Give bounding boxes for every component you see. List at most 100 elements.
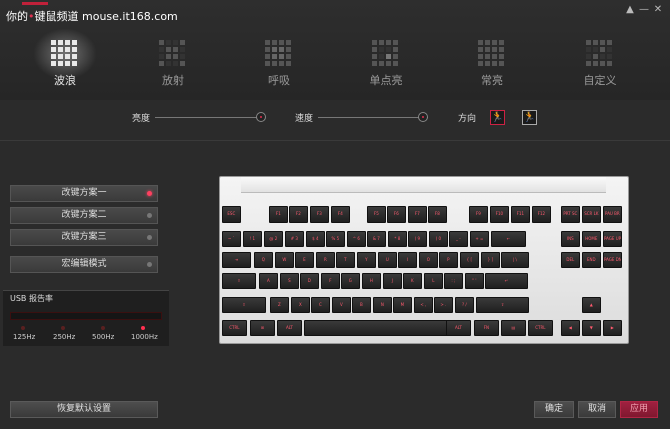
keyboard-key[interactable]: $ 4 [306, 231, 325, 247]
keyboard-key[interactable]: G [341, 273, 360, 289]
keyboard-key[interactable]: H [362, 273, 381, 289]
keyboard-key[interactable]: V [332, 297, 351, 313]
keyboard-key[interactable]: ESC [222, 206, 241, 223]
keyboard-key[interactable] [304, 320, 461, 336]
keyboard-key[interactable]: B [352, 297, 371, 313]
keyboard-key[interactable]: W [275, 252, 294, 268]
ok-button[interactable]: 确定 [534, 401, 574, 418]
keyboard-key[interactable]: L [424, 273, 443, 289]
keyboard-key[interactable]: F2 [289, 206, 308, 223]
keyboard-key[interactable]: ▶ [603, 320, 622, 336]
keyboard-key[interactable]: & 7 [367, 231, 386, 247]
keyboard-key[interactable]: > . [434, 297, 453, 313]
usb-rate-tick[interactable] [61, 326, 65, 330]
keyboard-key[interactable]: ◀ [561, 320, 580, 336]
direction-right-button[interactable]: 🏃 [522, 110, 537, 125]
brightness-slider-handle[interactable] [256, 112, 266, 122]
keyboard-key[interactable]: N [373, 297, 392, 313]
keyboard-key[interactable]: PAGE UP [603, 231, 622, 247]
keyboard-key[interactable]: Q [254, 252, 273, 268]
profile-1-button[interactable]: 改键方案一 [10, 185, 158, 202]
keyboard-key[interactable]: P [439, 252, 458, 268]
keyboard-key[interactable]: : ; [444, 273, 463, 289]
keyboard-key[interactable]: C [311, 297, 330, 313]
keyboard-key[interactable]: ? / [455, 297, 474, 313]
macro-mode-button[interactable]: 宏编辑模式 [10, 256, 158, 273]
keyboard-key[interactable]: J [383, 273, 402, 289]
keyboard-key[interactable]: ^ 6 [347, 231, 366, 247]
speed-slider-handle[interactable] [418, 112, 428, 122]
keyboard-key[interactable]: F [321, 273, 340, 289]
keyboard-key[interactable]: A [259, 273, 278, 289]
keyboard-key[interactable]: M [393, 297, 412, 313]
keyboard-key[interactable]: F9 [469, 206, 488, 223]
keyboard-key[interactable]: ALT [277, 320, 302, 336]
cancel-button[interactable]: 取消 [578, 401, 616, 418]
keyboard-key[interactable]: X [291, 297, 310, 313]
keyboard-key[interactable]: ↵ [485, 273, 528, 289]
reset-defaults-button[interactable]: 恢复默认设置 [10, 401, 158, 418]
usb-rate-tick[interactable] [21, 326, 25, 330]
keyboard-key[interactable]: F10 [490, 206, 509, 223]
keyboard-key[interactable]: Z [270, 297, 289, 313]
keyboard-key[interactable]: F8 [428, 206, 447, 223]
keyboard-key[interactable]: ▼ [582, 320, 601, 336]
collapse-icon[interactable]: ▲ [624, 4, 636, 16]
keyboard-key[interactable]: PAGE DN [603, 252, 622, 268]
keyboard-key[interactable]: HOME [582, 231, 601, 247]
keyboard-key[interactable]: ~ ` [222, 231, 241, 247]
keyboard-key[interactable]: I [398, 252, 417, 268]
keyboard-key[interactable]: ⇧ [222, 297, 266, 313]
keyboard-key[interactable]: O [419, 252, 438, 268]
keyboard-key[interactable]: @ 2 [264, 231, 283, 247]
direction-left-button[interactable]: 🏃 [490, 110, 505, 125]
keyboard-key[interactable]: ) 0 [429, 231, 448, 247]
keyboard-key[interactable]: F3 [310, 206, 329, 223]
keyboard-key[interactable]: T [336, 252, 355, 268]
keyboard-key[interactable]: < , [414, 297, 433, 313]
usb-rate-tick[interactable] [101, 326, 105, 330]
keyboard-key[interactable]: S [280, 273, 299, 289]
keyboard-key[interactable]: F12 [532, 206, 551, 223]
keyboard-key[interactable]: INS [561, 231, 580, 247]
keyboard-key[interactable]: PAU BR [603, 206, 622, 223]
keyboard-key[interactable]: * 8 [388, 231, 407, 247]
apply-button[interactable]: 应用 [620, 401, 658, 418]
keyboard-key[interactable]: ! 1 [243, 231, 262, 247]
keyboard-key[interactable]: { [ [460, 252, 479, 268]
keyboard-key[interactable]: ⇥ [222, 252, 251, 268]
keyboard-key[interactable]: F7 [408, 206, 427, 223]
keyboard-key[interactable]: F11 [511, 206, 530, 223]
brightness-slider-track[interactable] [155, 117, 265, 118]
keyboard-key[interactable]: K [403, 273, 422, 289]
keyboard-key[interactable]: F4 [331, 206, 350, 223]
keyboard-key[interactable]: F6 [387, 206, 406, 223]
keyboard-key[interactable]: Y [357, 252, 376, 268]
keyboard-key[interactable]: ← [491, 231, 526, 247]
keyboard-key[interactable]: } ] [481, 252, 500, 268]
keyboard-key[interactable]: U [378, 252, 397, 268]
keyboard-key[interactable]: ( 9 [408, 231, 427, 247]
keyboard-key[interactable]: CTRL [528, 320, 553, 336]
keyboard-key[interactable]: DEL [561, 252, 580, 268]
keyboard-key[interactable]: PRT SC [561, 206, 580, 223]
keyboard-key[interactable]: F5 [367, 206, 386, 223]
close-icon[interactable]: ✕ [652, 4, 664, 16]
keyboard-key[interactable]: # 3 [285, 231, 304, 247]
keyboard-key[interactable]: % 5 [326, 231, 345, 247]
profile-2-button[interactable]: 改键方案二 [10, 207, 158, 224]
keyboard-key[interactable]: F1 [269, 206, 288, 223]
keyboard-key[interactable]: " ' [465, 273, 484, 289]
keyboard-key[interactable]: ⊞ [250, 320, 275, 336]
keyboard-key[interactable]: FN [474, 320, 499, 336]
keyboard-key[interactable]: SCR LK [582, 206, 601, 223]
keyboard-key[interactable]: ⇧ [476, 297, 530, 313]
keyboard-key[interactable]: D [300, 273, 319, 289]
usb-rate-tick-selected[interactable] [141, 326, 145, 330]
keyboard-key[interactable]: R [316, 252, 335, 268]
keyboard-key[interactable]: ▲ [582, 297, 601, 313]
keyboard-key[interactable]: ▤ [501, 320, 526, 336]
keyboard-key[interactable]: ⇪ [222, 273, 256, 289]
usb-rate-slider[interactable] [10, 312, 162, 320]
keyboard-key[interactable]: _ - [449, 231, 468, 247]
